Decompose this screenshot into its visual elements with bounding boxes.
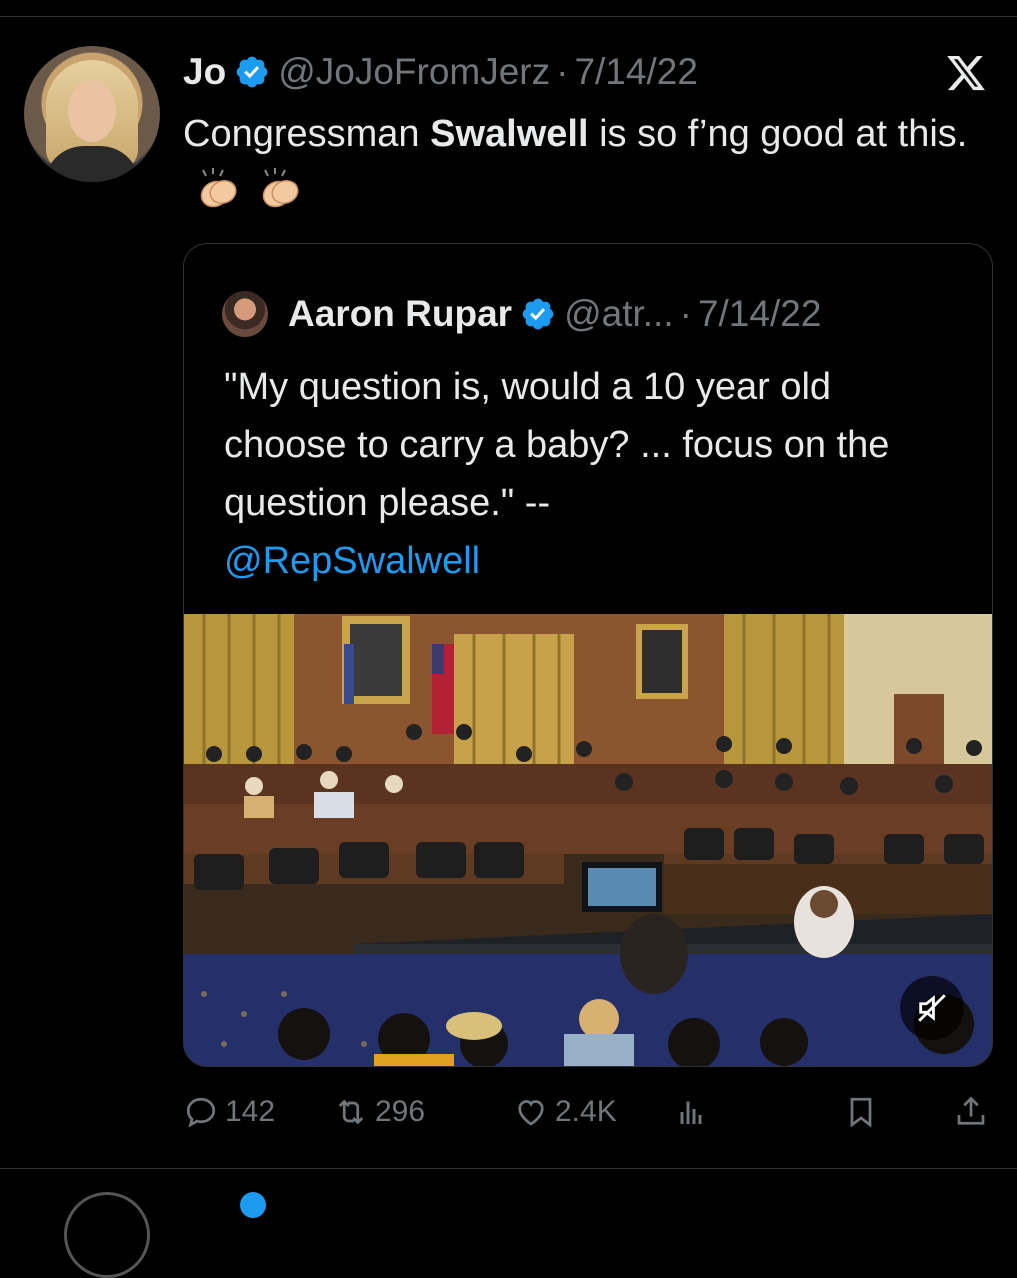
share-button[interactable] — [953, 1094, 995, 1130]
retweet-icon — [338, 1099, 364, 1125]
author-name[interactable]: Jo — [183, 51, 226, 93]
share-icon — [957, 1096, 985, 1125]
heart-icon — [518, 1100, 544, 1126]
mute-button[interactable] — [900, 976, 964, 1040]
analytics-icon — [680, 1101, 702, 1124]
tweet-header: Jo @JoJoFromJerz · 7/14/22 — [183, 50, 698, 94]
quoted-tweet-header: Aaron Rupar @atr... · 7/14/22 — [222, 291, 821, 337]
x-logo-icon[interactable] — [944, 52, 988, 94]
reply-count: 142 — [225, 1095, 276, 1128]
bottom-divider — [0, 1168, 1017, 1169]
video-thumbnail[interactable] — [184, 614, 992, 1066]
quoted-tweet-date[interactable]: 7/14/22 — [698, 293, 821, 335]
verified-badge-icon — [240, 1192, 266, 1218]
action-bar: 142 296 2.4K — [183, 1094, 993, 1138]
next-tweet-avatar[interactable] — [64, 1192, 150, 1278]
retweet-button[interactable]: 296 — [333, 1094, 425, 1130]
tweet-text: Congressman Swalwell is so f’ng good at … — [183, 106, 993, 218]
clapping-hands-icon — [262, 168, 299, 208]
author-handle[interactable]: @JoJoFromJerz — [278, 51, 550, 93]
mention-link[interactable]: @RepSwalwell — [224, 540, 480, 582]
quoted-author-handle[interactable]: @atr... — [564, 293, 674, 335]
avatar-face — [68, 80, 116, 142]
tweet-text-end: is so f’ng good at this. — [588, 113, 968, 155]
quoted-tweet-text: "My question is, would a 10 year old cho… — [224, 358, 944, 590]
muted-speaker-icon — [918, 994, 946, 1022]
tweet-text-bold: Swalwell — [430, 113, 589, 155]
tweet-date[interactable]: 7/14/22 — [574, 51, 697, 93]
retweet-count: 296 — [375, 1095, 426, 1128]
separator-dot: · — [679, 293, 692, 334]
like-button[interactable]: 2.4K — [513, 1094, 617, 1130]
quoted-tweet-card[interactable]: Aaron Rupar @atr... · 7/14/22 "My questi… — [183, 243, 993, 1067]
clapping-hands-icon — [200, 168, 237, 208]
quoted-author-avatar[interactable] — [222, 291, 268, 337]
hearing-room-image — [184, 614, 992, 1066]
reply-button[interactable]: 142 — [183, 1094, 275, 1130]
reply-icon — [186, 1097, 216, 1128]
views-button[interactable] — [673, 1094, 715, 1130]
top-divider — [0, 16, 1017, 17]
tweet-text-start: Congressman — [183, 113, 431, 155]
bookmark-icon — [850, 1097, 872, 1128]
quoted-tweet-body: "My question is, would a 10 year old cho… — [224, 366, 890, 524]
bookmark-button[interactable] — [843, 1094, 885, 1130]
verified-badge-icon — [522, 298, 554, 330]
separator-dot: · — [556, 51, 569, 92]
verified-badge-icon — [236, 56, 268, 88]
like-count: 2.4K — [555, 1095, 617, 1128]
author-avatar[interactable] — [24, 46, 160, 182]
quoted-author-name[interactable]: Aaron Rupar — [288, 293, 512, 335]
